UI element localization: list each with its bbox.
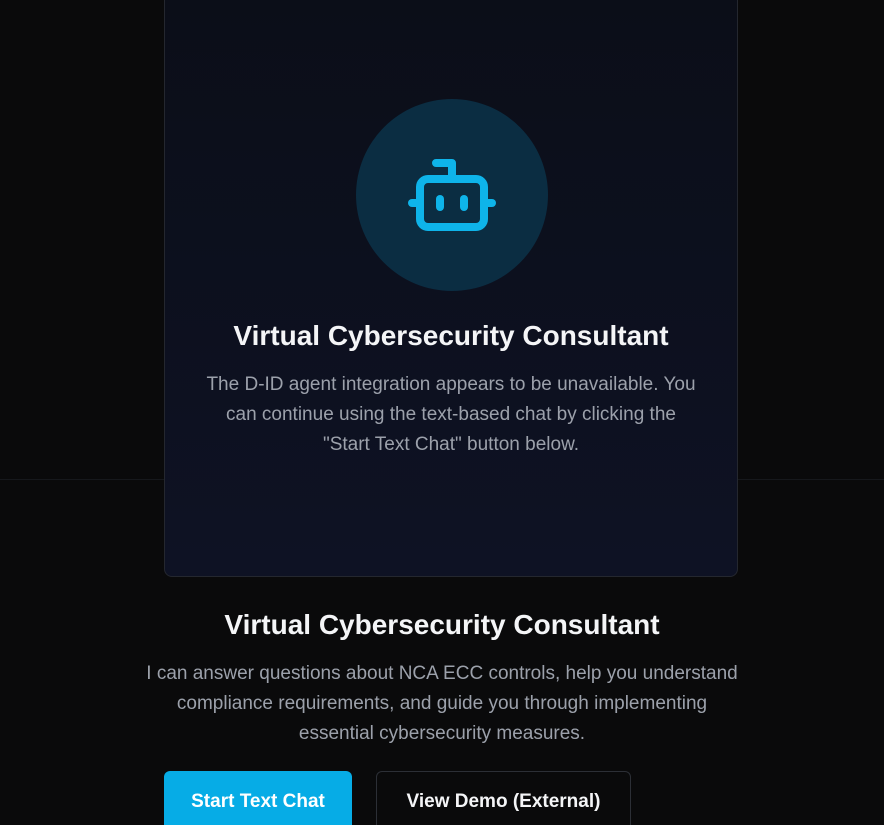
consultant-title: Virtual Cybersecurity Consultant [224,609,660,640]
agent-unavailable-message: The D-ID agent integration appears to be… [206,374,696,455]
agent-card: Virtual Cybersecurity Consultant The D-I… [164,0,738,577]
bot-icon [408,159,496,231]
agent-card-title: Virtual Cybersecurity Consultant [233,320,669,351]
bot-avatar [356,99,548,291]
start-text-chat-button[interactable]: Start Text Chat [164,771,352,825]
consultant-page: Virtual Cybersecurity Consultant The D-I… [0,0,884,825]
consultant-description: I can answer questions about NCA ECC con… [146,663,738,744]
view-demo-button[interactable]: View Demo (External) [376,771,631,825]
